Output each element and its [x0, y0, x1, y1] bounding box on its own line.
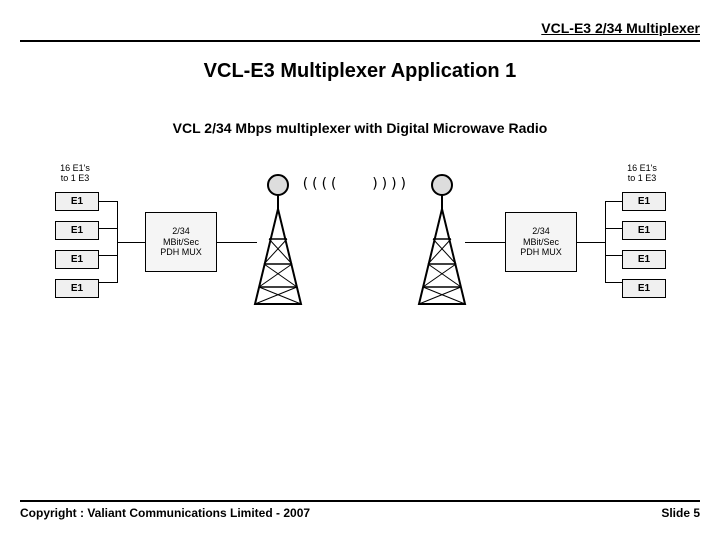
copyright-text: Copyright : Valiant Communications Limit…	[20, 506, 310, 520]
e1-port-left: E1	[55, 192, 99, 211]
mux-box-right: 2/34 MBit/Sec PDH MUX	[505, 212, 577, 272]
e1-port-right: E1	[622, 221, 666, 240]
diagram: VCL 2/34 Mbps multiplexer with Digital M…	[55, 120, 665, 380]
mux-line3: PDH MUX	[146, 247, 216, 258]
connector	[465, 242, 505, 243]
mux-line2: MBit/Sec	[146, 237, 216, 248]
right-e1-column: E1 E1 E1 E1	[622, 192, 666, 298]
diagram-stage: 16 E1's to 1 E3 E1 E1 E1 E1 2/34 MBit/Se…	[55, 164, 665, 364]
connector	[605, 228, 623, 229]
left-port-label: 16 E1's to 1 E3	[50, 164, 100, 184]
product-name: VCL-E3 2/34 Multiplexer	[541, 20, 700, 36]
connector	[605, 255, 623, 256]
right-port-label-l2: to 1 E3	[617, 174, 667, 184]
tower-icon	[407, 169, 477, 309]
e1-port-right: E1	[622, 279, 666, 298]
mux-line2: MBit/Sec	[506, 237, 576, 248]
left-e1-column: E1 E1 E1 E1	[55, 192, 99, 298]
e1-port-left: E1	[55, 250, 99, 269]
mux-line1: 2/34	[506, 226, 576, 237]
footer-bar: Copyright : Valiant Communications Limit…	[20, 500, 700, 520]
connector	[605, 201, 623, 202]
connector	[99, 201, 117, 202]
right-port-label: 16 E1's to 1 E3	[617, 164, 667, 184]
mux-box-left: 2/34 MBit/Sec PDH MUX	[145, 212, 217, 272]
header-bar: VCL-E3 2/34 Multiplexer	[20, 20, 700, 42]
connector	[99, 255, 117, 256]
slide-title: VCL-E3 Multiplexer Application 1	[0, 60, 720, 83]
radio-waves-right: ))))	[371, 176, 409, 192]
e1-port-right: E1	[622, 250, 666, 269]
connector	[605, 282, 623, 283]
connector	[117, 242, 145, 243]
mux-line1: 2/34	[146, 226, 216, 237]
connector	[99, 282, 117, 283]
diagram-subtitle: VCL 2/34 Mbps multiplexer with Digital M…	[55, 120, 665, 136]
connector	[577, 242, 605, 243]
e1-port-left: E1	[55, 221, 99, 240]
e1-port-right: E1	[622, 192, 666, 211]
slide-number: Slide 5	[661, 506, 700, 520]
connector	[99, 228, 117, 229]
left-port-label-l2: to 1 E3	[50, 174, 100, 184]
mux-line3: PDH MUX	[506, 247, 576, 258]
connector	[605, 201, 606, 283]
e1-port-left: E1	[55, 279, 99, 298]
radio-waves-left: ((((	[301, 176, 339, 192]
